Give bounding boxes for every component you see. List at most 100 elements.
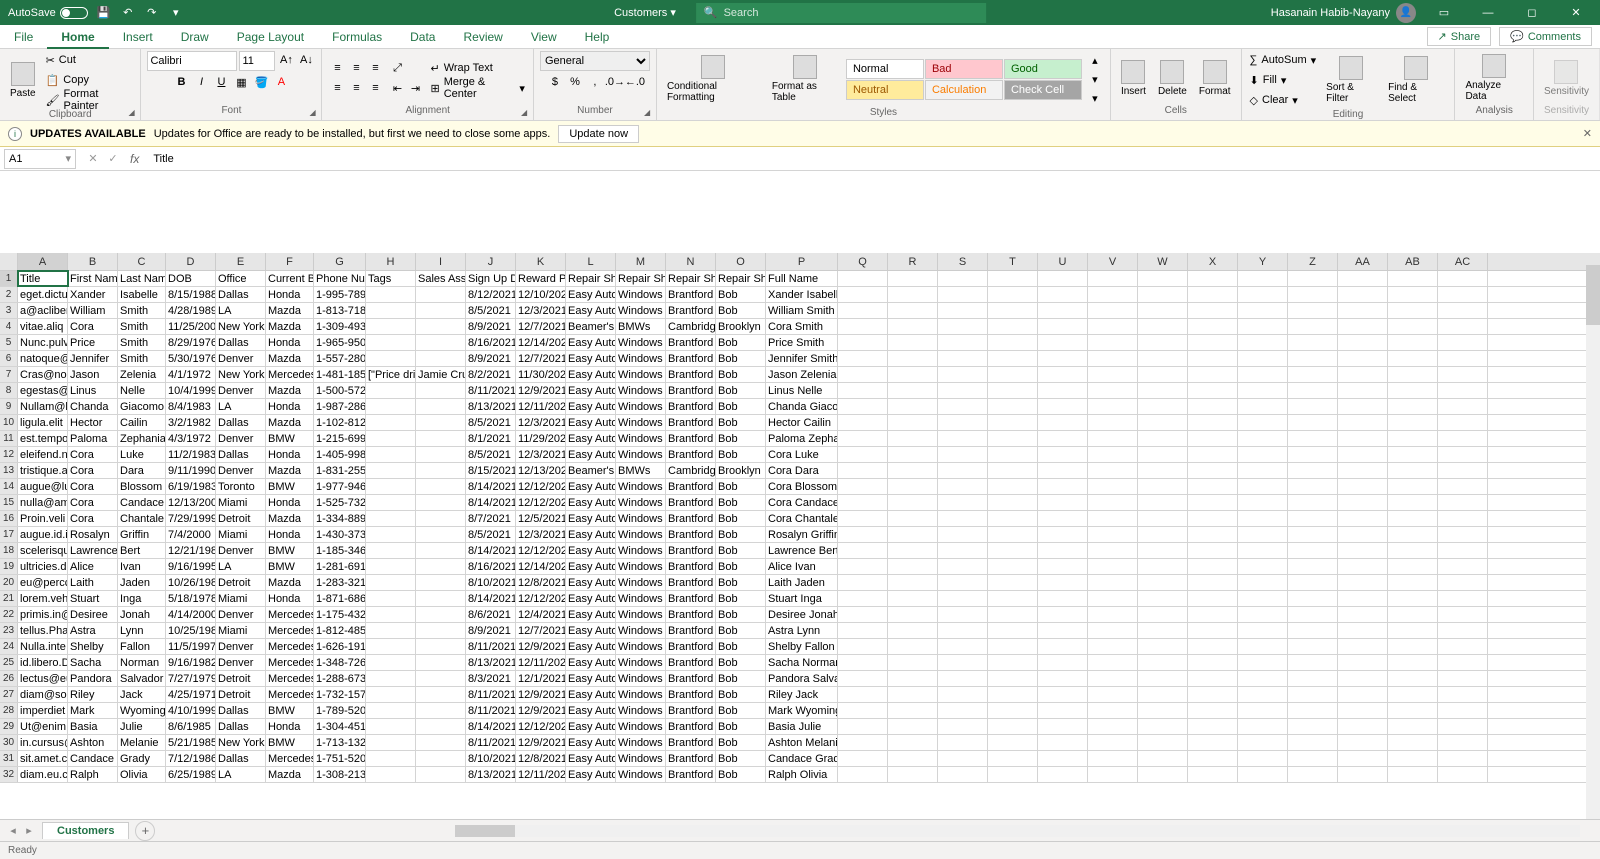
- cell[interactable]: Repair Sh: [716, 271, 766, 286]
- cell[interactable]: [366, 543, 416, 558]
- row-header[interactable]: 7: [0, 367, 18, 382]
- cell[interactable]: Blossom: [118, 479, 166, 494]
- cell[interactable]: [988, 623, 1038, 638]
- cell[interactable]: 12/8/2021: [516, 575, 566, 590]
- cell[interactable]: Reward Po: [516, 271, 566, 286]
- cell[interactable]: 8/11/2021: [466, 639, 516, 654]
- cell[interactable]: [366, 735, 416, 750]
- cell[interactable]: [416, 591, 466, 606]
- cell[interactable]: [938, 767, 988, 782]
- cell[interactable]: Windows: [616, 543, 666, 558]
- fill-color-button[interactable]: 🪣: [252, 73, 270, 91]
- cell[interactable]: Smith: [118, 303, 166, 318]
- cell[interactable]: [416, 751, 466, 766]
- cell[interactable]: [1388, 591, 1438, 606]
- cell[interactable]: 8/16/2021: [466, 559, 516, 574]
- cell[interactable]: [838, 335, 888, 350]
- cell[interactable]: [888, 623, 938, 638]
- cell[interactable]: [938, 511, 988, 526]
- cell[interactable]: [1438, 287, 1488, 302]
- cell[interactable]: Dallas: [216, 751, 266, 766]
- cell[interactable]: Mercedes: [266, 639, 314, 654]
- cell[interactable]: [1288, 335, 1338, 350]
- row-header[interactable]: 2: [0, 287, 18, 302]
- cell[interactable]: Phone Nu: [314, 271, 366, 286]
- cell[interactable]: 8/5/2021: [466, 415, 516, 430]
- cell[interactable]: Windows: [616, 703, 666, 718]
- cell[interactable]: [1388, 527, 1438, 542]
- cell[interactable]: [988, 671, 1038, 686]
- cell[interactable]: Alice Ivan: [766, 559, 838, 574]
- horizontal-scrollbar[interactable]: [455, 825, 1580, 837]
- cell[interactable]: [888, 687, 938, 702]
- cell[interactable]: [1088, 319, 1138, 334]
- cell[interactable]: Full Name: [766, 271, 838, 286]
- cell[interactable]: LA: [216, 303, 266, 318]
- cell[interactable]: Nullam@l: [18, 399, 68, 414]
- cell[interactable]: in.cursus@: [18, 735, 68, 750]
- cell[interactable]: Mercedes: [266, 367, 314, 382]
- cell[interactable]: Olivia: [118, 767, 166, 782]
- cell[interactable]: Ashton: [68, 735, 118, 750]
- cell[interactable]: Detroit: [216, 687, 266, 702]
- cell[interactable]: [838, 415, 888, 430]
- cell[interactable]: [838, 735, 888, 750]
- cell[interactable]: [1138, 767, 1188, 782]
- cell[interactable]: 12/11/202: [516, 399, 566, 414]
- cell[interactable]: William: [68, 303, 118, 318]
- cell[interactable]: 12/12/202: [516, 719, 566, 734]
- cell[interactable]: 4/10/1999: [166, 703, 216, 718]
- cell[interactable]: [1338, 287, 1388, 302]
- cell[interactable]: [1038, 447, 1088, 462]
- cell[interactable]: [1188, 767, 1238, 782]
- cell[interactable]: [1388, 319, 1438, 334]
- cell[interactable]: [416, 431, 466, 446]
- cell[interactable]: [1438, 511, 1488, 526]
- cell[interactable]: Windows: [616, 751, 666, 766]
- cell[interactable]: [938, 543, 988, 558]
- cell[interactable]: [416, 351, 466, 366]
- cell[interactable]: Easy Auto: [566, 687, 616, 702]
- cell[interactable]: [1238, 463, 1288, 478]
- copy-button[interactable]: 📋 Copy: [44, 71, 135, 89]
- row-header[interactable]: 19: [0, 559, 18, 574]
- cell[interactable]: 12/3/2021: [516, 527, 566, 542]
- cell[interactable]: [1138, 399, 1188, 414]
- cell[interactable]: [416, 575, 466, 590]
- cell[interactable]: [416, 303, 466, 318]
- cell[interactable]: [1088, 687, 1138, 702]
- cell[interactable]: [1288, 671, 1338, 686]
- cell[interactable]: Easy Auto: [566, 479, 616, 494]
- cell[interactable]: [888, 575, 938, 590]
- cell[interactable]: Xander Isabelle: [766, 287, 838, 302]
- cell[interactable]: [1388, 495, 1438, 510]
- cell[interactable]: 12/3/2021: [516, 447, 566, 462]
- cell[interactable]: [1288, 319, 1338, 334]
- cell[interactable]: Easy Auto: [566, 335, 616, 350]
- cell[interactable]: 4/1/1972: [166, 367, 216, 382]
- cell[interactable]: Easy Auto: [566, 447, 616, 462]
- cell[interactable]: Mercedes: [266, 655, 314, 670]
- cell[interactable]: 12/10/202: [516, 287, 566, 302]
- column-header[interactable]: AA: [1338, 253, 1388, 270]
- cell[interactable]: [416, 639, 466, 654]
- cell[interactable]: [1088, 735, 1138, 750]
- cell[interactable]: 11/29/202: [516, 431, 566, 446]
- cell[interactable]: [1388, 751, 1438, 766]
- tab-file[interactable]: File: [0, 25, 47, 49]
- cell[interactable]: Jack: [118, 687, 166, 702]
- row-header[interactable]: 6: [0, 351, 18, 366]
- style-bad[interactable]: Bad: [925, 59, 1003, 79]
- column-header[interactable]: I: [416, 253, 466, 270]
- cell[interactable]: [1138, 431, 1188, 446]
- cell[interactable]: [988, 719, 1038, 734]
- cell[interactable]: nulla@am: [18, 495, 68, 510]
- cell[interactable]: [366, 639, 416, 654]
- row-header[interactable]: 31: [0, 751, 18, 766]
- cell[interactable]: 1-304-451-4713: [314, 719, 366, 734]
- cell[interactable]: Jennifer Smith: [766, 351, 838, 366]
- cell[interactable]: [1188, 591, 1238, 606]
- column-header[interactable]: D: [166, 253, 216, 270]
- cell[interactable]: [1038, 479, 1088, 494]
- cell[interactable]: [1288, 431, 1338, 446]
